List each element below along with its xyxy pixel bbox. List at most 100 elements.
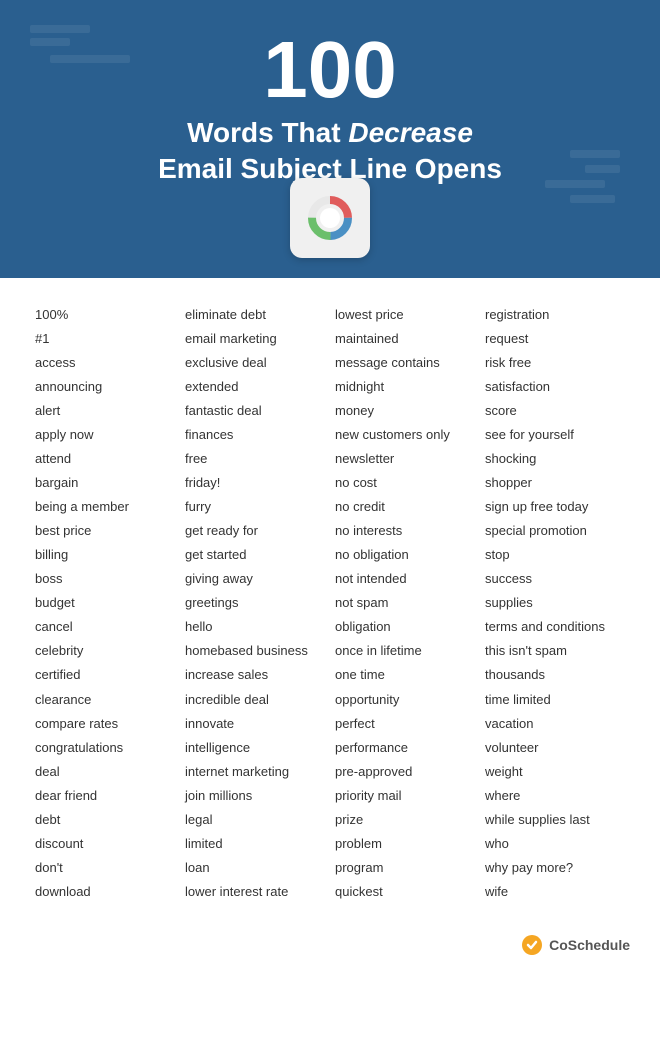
word-item: debt <box>35 808 175 832</box>
word-item: priority mail <box>335 784 475 808</box>
word-item: where <box>485 784 625 808</box>
word-item: furry <box>185 495 325 519</box>
word-item: dear friend <box>35 784 175 808</box>
word-item: get ready for <box>185 519 325 543</box>
word-item: boss <box>35 567 175 591</box>
word-item: newsletter <box>335 447 475 471</box>
word-item: no credit <box>335 495 475 519</box>
word-item: get started <box>185 543 325 567</box>
word-item: special promotion <box>485 519 625 543</box>
word-item: success <box>485 567 625 591</box>
word-item: wife <box>485 880 625 904</box>
word-column-2: eliminate debtemail marketingexclusive d… <box>180 303 330 904</box>
word-item: email marketing <box>185 327 325 351</box>
word-item: innovate <box>185 712 325 736</box>
word-item: terms and conditions <box>485 615 625 639</box>
word-item: shopper <box>485 471 625 495</box>
word-item: intelligence <box>185 736 325 760</box>
logo-wrapper <box>20 178 640 258</box>
word-column-3: lowest pricemaintainedmessage containsmi… <box>330 303 480 904</box>
word-column-4: registrationrequestrisk freesatisfaction… <box>480 303 630 904</box>
word-item: exclusive deal <box>185 351 325 375</box>
word-item: new customers only <box>335 423 475 447</box>
word-item: once in lifetime <box>335 639 475 663</box>
word-item: not intended <box>335 567 475 591</box>
word-item: sign up free today <box>485 495 625 519</box>
word-item: attend <box>35 447 175 471</box>
word-item: maintained <box>335 327 475 351</box>
word-item: who <box>485 832 625 856</box>
word-item: see for yourself <box>485 423 625 447</box>
word-item: greetings <box>185 591 325 615</box>
word-item: shocking <box>485 447 625 471</box>
word-item: certified <box>35 663 175 687</box>
word-item: fantastic deal <box>185 399 325 423</box>
word-item: no cost <box>335 471 475 495</box>
word-item: free <box>185 447 325 471</box>
word-item: registration <box>485 303 625 327</box>
word-item: congratulations <box>35 736 175 760</box>
word-item: lowest price <box>335 303 475 327</box>
word-item: announcing <box>35 375 175 399</box>
word-item: no obligation <box>335 543 475 567</box>
word-item: opportunity <box>335 688 475 712</box>
word-item: download <box>35 880 175 904</box>
word-item: pre-approved <box>335 760 475 784</box>
word-item: weight <box>485 760 625 784</box>
word-item: compare rates <box>35 712 175 736</box>
word-item: clearance <box>35 688 175 712</box>
coschedule-logo-icon <box>521 934 543 956</box>
word-item: increase sales <box>185 663 325 687</box>
word-item: don't <box>35 856 175 880</box>
word-item: request <box>485 327 625 351</box>
word-item: internet marketing <box>185 760 325 784</box>
donut-chart-icon <box>305 193 355 243</box>
word-item: apply now <box>35 423 175 447</box>
word-item: access <box>35 351 175 375</box>
word-item: join millions <box>185 784 325 808</box>
word-item: eliminate debt <box>185 303 325 327</box>
word-item: cancel <box>35 615 175 639</box>
word-item: bargain <box>35 471 175 495</box>
word-item: score <box>485 399 625 423</box>
word-item: program <box>335 856 475 880</box>
word-item: alert <box>35 399 175 423</box>
word-item: legal <box>185 808 325 832</box>
word-item: limited <box>185 832 325 856</box>
word-item: vacation <box>485 712 625 736</box>
word-item: giving away <box>185 567 325 591</box>
word-item: volunteer <box>485 736 625 760</box>
word-item: money <box>335 399 475 423</box>
word-item: deal <box>35 760 175 784</box>
word-item: midnight <box>335 375 475 399</box>
word-item: budget <box>35 591 175 615</box>
word-item: homebased business <box>185 639 325 663</box>
footer-brand: CoSchedule <box>0 924 660 976</box>
header-section: 100 Words That Decrease Email Subject Li… <box>0 0 660 278</box>
word-item: problem <box>335 832 475 856</box>
word-grid: 100%#1accessannouncingalertapply nowatte… <box>30 303 630 904</box>
word-item: being a member <box>35 495 175 519</box>
word-item: discount <box>35 832 175 856</box>
word-column-1: 100%#1accessannouncingalertapply nowatte… <box>30 303 180 904</box>
decrease-italic: Decrease <box>348 117 473 148</box>
word-item: prize <box>335 808 475 832</box>
word-item: satisfaction <box>485 375 625 399</box>
word-item: extended <box>185 375 325 399</box>
word-item: billing <box>35 543 175 567</box>
word-item: not spam <box>335 591 475 615</box>
word-item: supplies <box>485 591 625 615</box>
word-item: stop <box>485 543 625 567</box>
word-item: friday! <box>185 471 325 495</box>
word-item: loan <box>185 856 325 880</box>
word-item: one time <box>335 663 475 687</box>
word-item: obligation <box>335 615 475 639</box>
logo-house-icon <box>290 178 370 258</box>
word-item: no interests <box>335 519 475 543</box>
word-item: why pay more? <box>485 856 625 880</box>
word-item: finances <box>185 423 325 447</box>
word-item: this isn't spam <box>485 639 625 663</box>
headline-line1: Words That Decrease <box>187 117 473 148</box>
brand-name: CoSchedule <box>549 937 630 953</box>
headline-number: 100 <box>20 30 640 110</box>
